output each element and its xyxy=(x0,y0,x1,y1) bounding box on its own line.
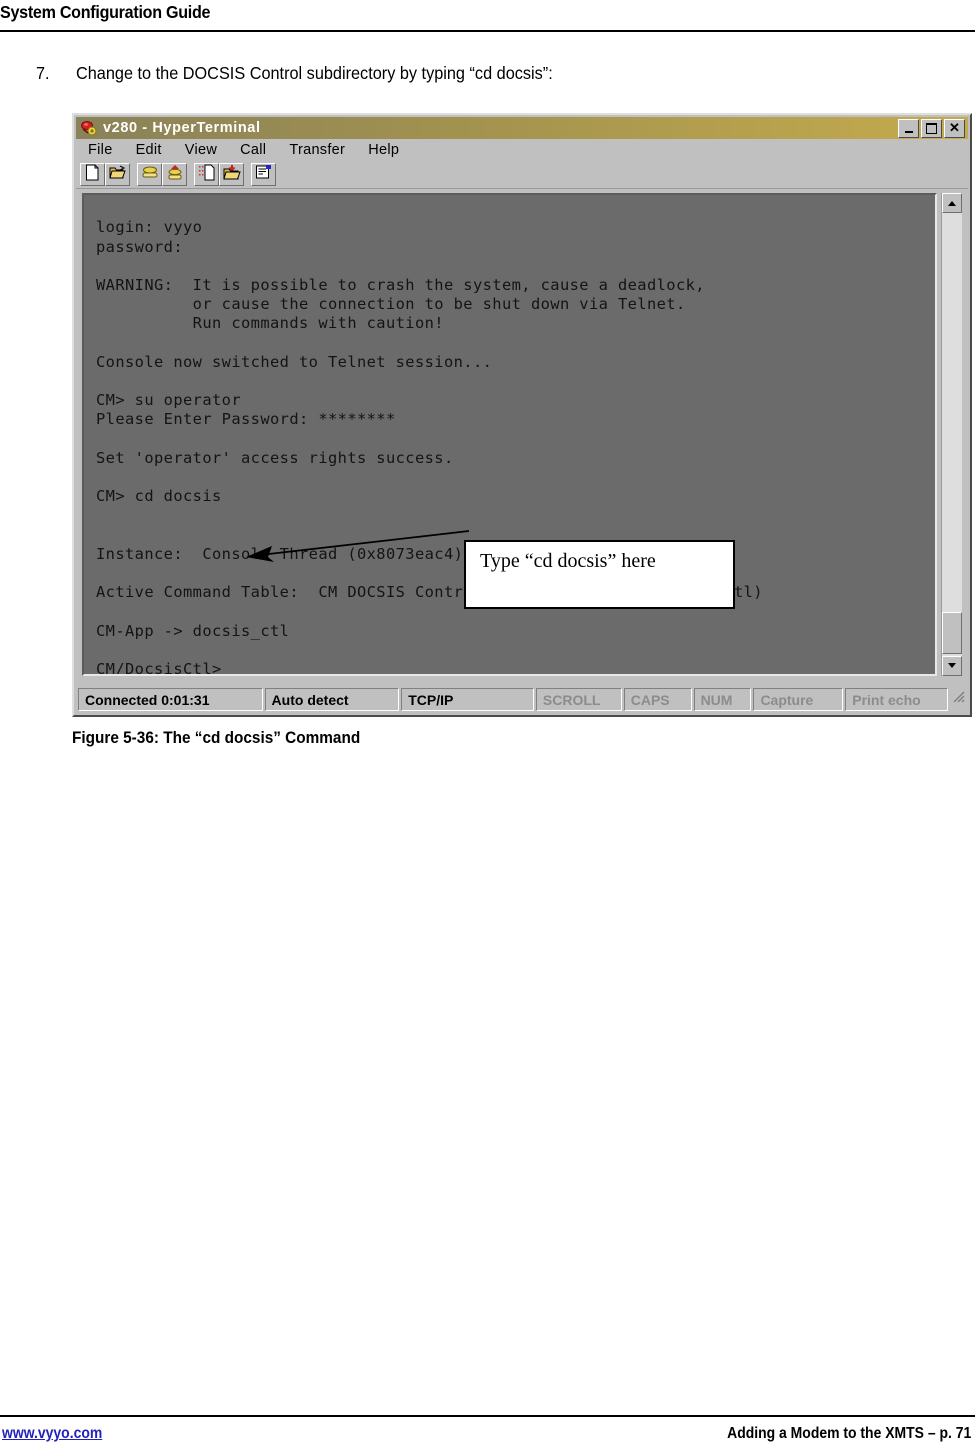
page-header: System Configuration Guide xyxy=(0,2,975,32)
toolbar-group-connection xyxy=(80,163,130,186)
menu-item-view[interactable]: View xyxy=(185,142,217,158)
callout-arrow xyxy=(244,529,470,563)
resize-grip-icon[interactable] xyxy=(950,688,966,711)
status-connection-time: Connected 0:01:31 xyxy=(78,688,263,711)
open-folder-icon xyxy=(109,165,126,185)
menu-item-transfer[interactable]: Transfer xyxy=(289,142,345,158)
menu-item-call[interactable]: Call xyxy=(240,142,266,158)
send-file-button[interactable] xyxy=(194,163,219,186)
toolbar-group-transfer xyxy=(194,163,244,186)
menu-item-edit[interactable]: Edit xyxy=(136,142,162,158)
step-number: 7. xyxy=(36,63,50,83)
status-num-indicator: NUM xyxy=(693,688,752,711)
hyperterminal-window: v280 - HyperTerminal ✕ File Edit View Ca… xyxy=(72,113,972,717)
menu-bar: File Edit View Call Transfer Help xyxy=(76,139,968,161)
page-title: System Configuration Guide xyxy=(0,2,211,22)
window-titlebar[interactable]: v280 - HyperTerminal ✕ xyxy=(76,117,968,139)
step-text: Change to the DOCSIS Control subdirector… xyxy=(76,63,553,83)
close-button[interactable]: ✕ xyxy=(944,118,965,138)
call-icon xyxy=(141,165,159,185)
step-item: 7. Change to the DOCSIS Control subdirect… xyxy=(36,63,936,84)
properties-button[interactable] xyxy=(251,163,276,186)
status-protocol: TCP/IP xyxy=(401,688,534,711)
receive-file-icon xyxy=(222,164,241,186)
terminal-screen[interactable]: login: vyyo password: WARNING: It is pos… xyxy=(82,193,937,676)
footer-website-link[interactable]: www.vyyo.com xyxy=(2,1425,102,1443)
terminal-screen-area: login: vyyo password: WARNING: It is pos… xyxy=(78,191,966,682)
footer-page-label: Adding a Modem to the XMTS – p. 71 xyxy=(726,1425,971,1442)
modem-phone-icon xyxy=(80,120,98,137)
open-connection-button[interactable] xyxy=(105,163,130,186)
window-title: v280 - HyperTerminal xyxy=(103,120,261,136)
status-scroll-indicator: SCROLL xyxy=(535,688,622,711)
header-divider xyxy=(0,30,975,32)
scroll-down-button[interactable] xyxy=(942,656,962,676)
status-capture-indicator: Capture xyxy=(753,688,844,711)
minimize-button[interactable] xyxy=(898,118,919,138)
callout-box: Type “cd docsis” here xyxy=(464,540,735,609)
scrollbar-thumb[interactable] xyxy=(942,612,962,654)
maximize-button[interactable] xyxy=(921,118,942,138)
status-bar: Connected 0:01:31 Auto detect TCP/IP SCR… xyxy=(78,688,966,711)
status-caps-indicator: CAPS xyxy=(623,688,692,711)
footer-divider xyxy=(0,1415,975,1417)
status-detect-mode: Auto detect xyxy=(264,688,400,711)
callout-text: Type “cd docsis” here xyxy=(480,550,656,572)
disconnect-button[interactable] xyxy=(162,163,187,186)
disconnect-icon xyxy=(166,164,184,186)
toolbar-group-call xyxy=(137,163,187,186)
scroll-up-button[interactable] xyxy=(942,193,962,213)
chevron-up-icon xyxy=(948,201,956,206)
window-controls: ✕ xyxy=(898,118,965,138)
new-connection-icon xyxy=(85,164,100,186)
new-connection-button[interactable] xyxy=(80,163,105,186)
properties-icon xyxy=(255,164,272,185)
call-button[interactable] xyxy=(137,163,162,186)
send-file-icon xyxy=(198,164,216,186)
vertical-scrollbar[interactable] xyxy=(941,193,962,676)
toolbar xyxy=(76,161,968,189)
figure-caption: Figure 5-36: The “cd docsis” Command xyxy=(72,729,361,747)
toolbar-group-properties xyxy=(251,163,276,186)
menu-item-help[interactable]: Help xyxy=(368,142,399,158)
receive-file-button[interactable] xyxy=(219,163,244,186)
chevron-down-icon xyxy=(948,663,956,668)
status-print-echo-indicator: Print echo xyxy=(845,688,948,711)
menu-item-file[interactable]: File xyxy=(88,142,113,158)
